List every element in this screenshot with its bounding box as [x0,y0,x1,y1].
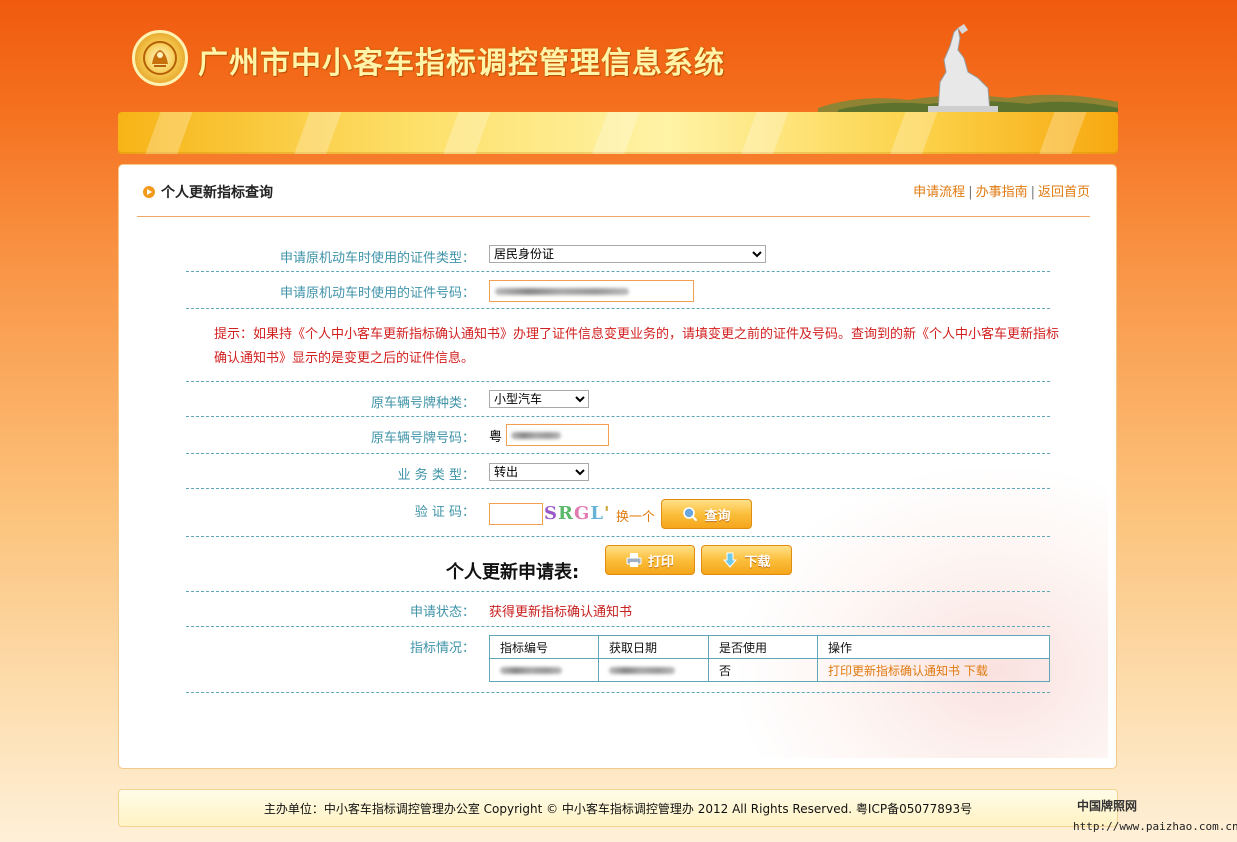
row-business-type: 业 务 类 型： 转出 [186,454,1050,489]
status-label: 申请状态： [409,605,475,620]
site-footer: 主办单位：中小客车指标调控管理办公室 Copyright © 中小客车指标调控管… [118,789,1118,827]
business-type-label: 业 务 类 型： [397,468,475,483]
status-value: 获得更新指标确认通知书 [489,605,633,620]
header-banner-strip [118,112,1118,154]
arrow-right-icon [143,186,155,198]
five-goats-statue-image [818,24,1118,112]
id-number-label: 申请原机动车时使用的证件号码： [279,286,475,301]
id-type-label: 申请原机动车时使用的证件类型： [279,251,475,266]
query-button[interactable]: 查询 [661,499,752,529]
row-captcha: 验 证 码： SRGL' 换一个 查询 [186,489,1050,537]
download-button[interactable]: 下载 [701,545,792,575]
link-guide[interactable]: 办事指南 [976,185,1028,200]
site-header: 广州市中小客车指标调控管理信息系统 [118,0,1118,112]
panel-title: 个人更新指标查询 [161,185,273,201]
used-value: 否 [708,658,818,682]
row-plate-type: 原车辆号牌种类： 小型汽车 [186,382,1050,417]
query-panel: 个人更新指标查询 申请流程 | 办事指南 | 返回首页 申请原机动车时使用的证件类型： … [118,164,1117,769]
col-date: 获取日期 [598,635,709,659]
redacted-id-number [495,288,629,295]
plate-number-label: 原车辆号牌号码： [370,431,475,446]
row-id-number: 申请原机动车时使用的证件号码： [186,272,1050,309]
captcha-input[interactable] [489,503,543,525]
id-type-select[interactable]: 居民身份证 [489,245,766,263]
table-row: 否 打印更新指标确认通知书 下载 [489,658,1050,682]
print-notice-link[interactable]: 打印更新指标确认通知书 [828,664,960,678]
notice-text: 提示：如果持《个人中小客车更新指标确认通知书》办理了证件信息变更业务的，请填变更… [214,327,1060,366]
form-title: 个人更新申请表: [446,562,580,583]
system-title: 广州市中小客车指标调控管理信息系统 [198,46,725,81]
col-action: 操作 [817,635,1050,659]
city-emblem-icon [132,30,188,86]
quota-table: 指标编号 获取日期 是否使用 操作 否 打印更新指标确认通知书 下载 [489,635,1050,682]
download-notice-link[interactable]: 下载 [964,664,988,678]
row-status: 申请状态： 获得更新指标确认通知书 [186,592,1050,627]
magnifier-icon [683,507,698,522]
watermark-site-url: http://www.paizhao.com.cn [1073,820,1237,833]
captcha-image[interactable]: SRGL' [544,503,611,524]
download-arrow-icon [723,552,738,568]
row-plate-number: 原车辆号牌号码： 粤 [186,417,1050,454]
link-home[interactable]: 返回首页 [1038,185,1090,200]
captcha-refresh-link[interactable]: 换一个 [616,506,655,525]
redacted-date [609,667,675,674]
panel-header: 个人更新指标查询 申请流程 | 办事指南 | 返回首页 [137,179,1090,217]
redacted-quota-number [500,667,562,674]
print-button[interactable]: 打印 [605,545,695,575]
business-type-select[interactable]: 转出 [489,463,589,481]
top-links: 申请流程 | 办事指南 | 返回首页 [913,185,1090,200]
row-id-type: 申请原机动车时使用的证件类型： 居民身份证 [186,237,1050,272]
plate-type-select[interactable]: 小型汽车 [489,390,589,408]
col-used: 是否使用 [708,635,818,659]
col-quota-number: 指标编号 [489,635,599,659]
printer-icon [626,553,642,567]
captcha-label: 验 证 码： [414,505,475,520]
row-form-actions: 个人更新申请表: 打印 下载 [186,537,1050,592]
plate-type-label: 原车辆号牌种类： [370,396,475,411]
quota-label: 指标情况： [409,641,475,656]
footer-text: 主办单位：中小客车指标调控管理办公室 Copyright © 中小客车指标调控管… [263,801,973,816]
watermark-site-name: 中国牌照网 [1077,799,1138,813]
plate-prefix: 粤 [489,429,503,445]
link-apply-process[interactable]: 申请流程 [913,185,965,200]
table-header-row: 指标编号 获取日期 是否使用 操作 [489,635,1050,659]
redacted-plate-number [511,432,562,439]
